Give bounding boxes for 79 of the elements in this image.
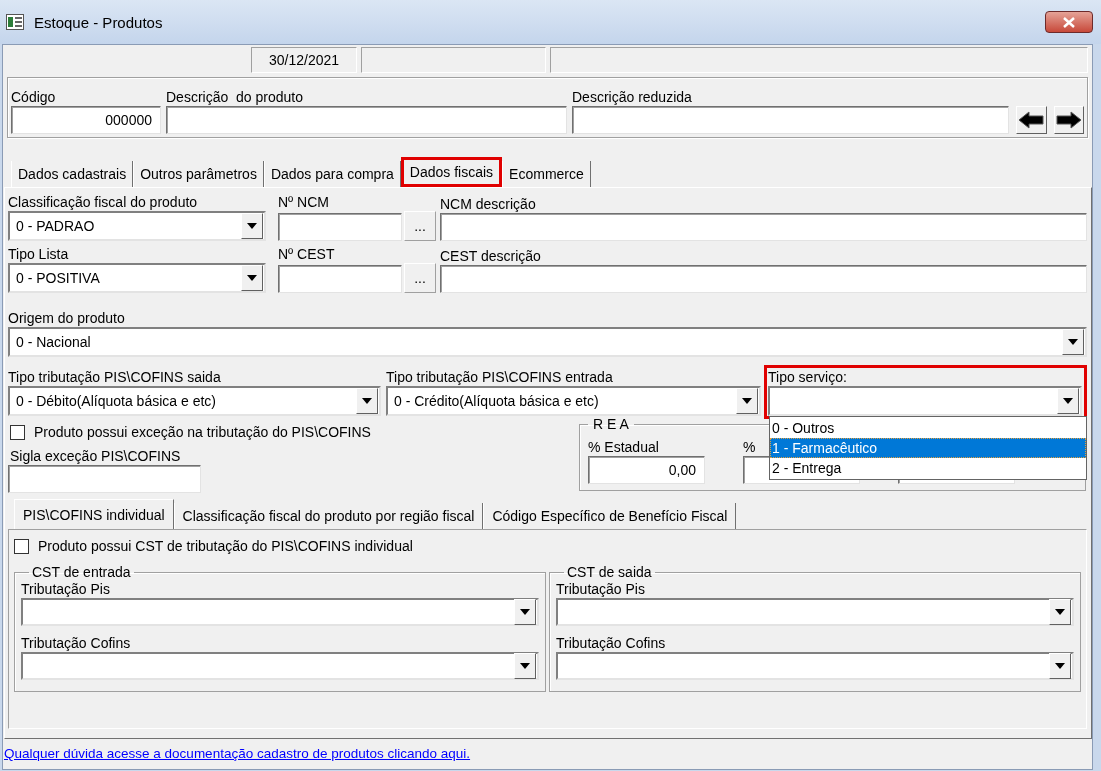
- tab[interactable]: Dados fiscais: [400, 157, 503, 187]
- lookup-button[interactable]: ...: [404, 263, 436, 293]
- caret-icon: [520, 609, 530, 615]
- field-label: Tipo serviço:: [768, 368, 847, 386]
- checkbox[interactable]: [14, 538, 29, 554]
- dropdown[interactable]: [768, 386, 1082, 416]
- caret-icon: [1063, 398, 1073, 404]
- field-label: Código: [11, 88, 56, 106]
- dropdown[interactable]: [21, 598, 539, 626]
- checkbox-label: Produto possui CST de tributação do PIS\COFINS individual: [38, 538, 413, 554]
- caret-icon: [520, 663, 530, 669]
- field-label: Descrição do produto: [166, 88, 303, 106]
- dropdown[interactable]: 0 - PADRAO: [8, 211, 266, 241]
- text-field[interactable]: 000000: [11, 106, 161, 134]
- field-label: Sigla exceção PIS\COFINS: [10, 448, 181, 464]
- checkbox-label: Produto possui exceção na tributação do PIS\COFINS: [34, 424, 371, 440]
- checkbox[interactable]: [10, 424, 25, 440]
- caret-icon: [247, 223, 257, 229]
- window-icon: [6, 14, 24, 30]
- dropdown[interactable]: [556, 598, 1074, 626]
- field-label: %: [743, 438, 756, 456]
- field-label: % Estadual: [588, 438, 659, 456]
- field-label: Origem do produto: [8, 309, 125, 327]
- dropdown[interactable]: [21, 652, 539, 680]
- group-title: CST de saida: [566, 564, 653, 580]
- field-label: Descrição reduzida: [572, 88, 692, 106]
- field-label: Tributação Pis: [21, 580, 110, 598]
- tab[interactable]: Dados para compra: [263, 161, 401, 187]
- tab[interactable]: Código Específico de Benefício Fiscal: [483, 503, 737, 529]
- status-cell: 30/12/2021: [251, 47, 357, 73]
- field-label: Nº NCM: [278, 193, 329, 211]
- lookup-button[interactable]: ...: [404, 211, 436, 241]
- text-field[interactable]: [166, 106, 567, 134]
- window-title: Estoque - Produtos: [34, 13, 164, 31]
- tab[interactable]: Dados cadastrais: [11, 161, 134, 187]
- dropdown-option[interactable]: 1 - Farmacêutico: [770, 438, 1086, 458]
- caret-icon: [362, 398, 372, 404]
- dropdown[interactable]: 0 - Débito(Alíquota básica e etc): [8, 386, 381, 416]
- caret-icon: [1055, 663, 1065, 669]
- tab[interactable]: Classificação fiscal do produto por região fiscal: [173, 503, 484, 529]
- dropdown[interactable]: [556, 652, 1074, 680]
- group-title: CST de entrada: [31, 564, 132, 580]
- text-field[interactable]: [440, 265, 1087, 293]
- caret-icon: [1055, 609, 1065, 615]
- dropdown[interactable]: 0 - Nacional: [8, 327, 1087, 357]
- field-label: Tipo tributação PIS\COFINS saida: [8, 368, 221, 386]
- text-field[interactable]: [278, 265, 402, 293]
- help-link[interactable]: Qualquer dúvida acesse a documentação cadastro de produtos clicando aqui.: [4, 746, 1092, 761]
- field-label: CEST descrição: [440, 247, 541, 265]
- tab[interactable]: PIS\COFINS individual: [14, 499, 174, 529]
- caret-icon: [742, 398, 752, 404]
- field-label: Tributação Cofins: [556, 634, 666, 652]
- close-button[interactable]: [1045, 11, 1093, 33]
- text-field[interactable]: [440, 213, 1087, 241]
- caret-icon: [247, 275, 257, 281]
- text-field[interactable]: [8, 465, 201, 493]
- field-label: Classificação fiscal do produto: [8, 193, 198, 211]
- text-field[interactable]: 0,00: [588, 456, 705, 484]
- dropdown[interactable]: 0 - POSITIVA: [8, 263, 266, 293]
- tab[interactable]: Outros parâmetros: [133, 161, 264, 187]
- field-label: NCM descrição: [440, 195, 536, 213]
- caret-icon: [1068, 339, 1078, 345]
- left-arrow-icon: [1018, 111, 1045, 129]
- field-label: Tributação Cofins: [21, 634, 131, 652]
- dropdown-option[interactable]: 2 - Entrega: [770, 458, 1086, 478]
- text-field[interactable]: [572, 106, 1009, 134]
- next-button[interactable]: [1053, 106, 1084, 134]
- dropdown[interactable]: 0 - Crédito(Alíquota básica e etc): [386, 386, 761, 416]
- right-arrow-icon: [1055, 111, 1082, 129]
- field-label: Tipo Lista: [8, 245, 69, 263]
- close-icon: [1063, 16, 1075, 28]
- previous-button[interactable]: [1016, 106, 1047, 134]
- text-field[interactable]: [278, 213, 402, 241]
- field-label: Tipo tributação PIS\COFINS entrada: [386, 368, 613, 386]
- field-label: Tributação Pis: [556, 580, 645, 598]
- group-title: R E A: [592, 416, 630, 432]
- dropdown-option[interactable]: 0 - Outros: [770, 418, 1086, 438]
- field-label: Nº CEST: [278, 245, 335, 263]
- tab[interactable]: Ecommerce: [502, 161, 591, 187]
